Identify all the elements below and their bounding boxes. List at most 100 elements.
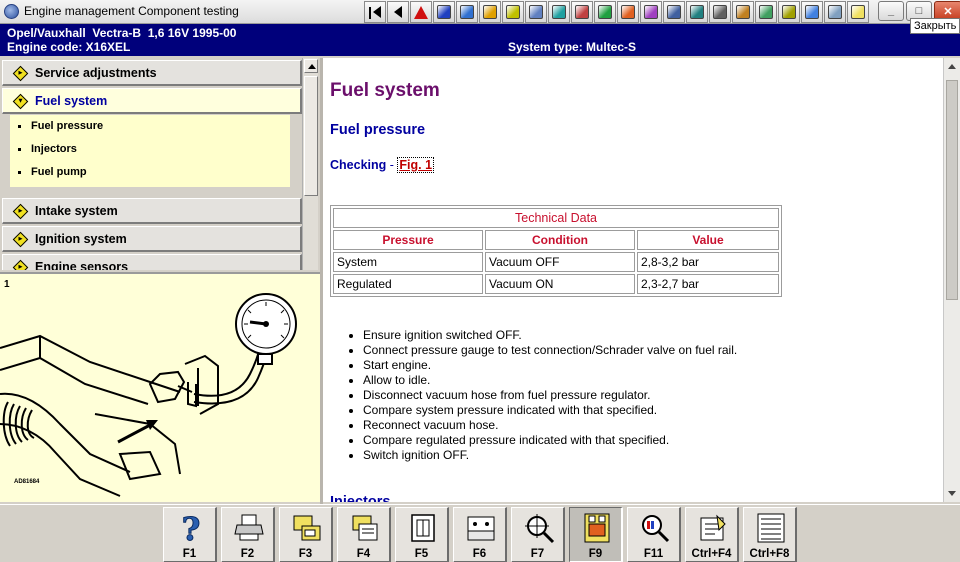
data-transfer-icon xyxy=(293,515,321,541)
ctrl-f4-edit-button[interactable]: Ctrl+F4 xyxy=(685,507,739,562)
toolbar-button-key[interactable] xyxy=(686,1,708,23)
expand-arrow-icon xyxy=(12,203,29,220)
content-scrollbar[interactable] xyxy=(943,58,960,502)
f1-help-button[interactable]: ? F1 xyxy=(163,507,217,562)
gear-icon xyxy=(483,5,497,19)
section-heading: Fuel pressure xyxy=(330,122,426,138)
toolbar-button-flag[interactable] xyxy=(433,1,455,23)
service-icon xyxy=(782,5,796,19)
ctrl-f8-list-button[interactable]: Ctrl+F8 xyxy=(743,507,797,562)
f3-data-button[interactable]: F3 xyxy=(279,507,333,562)
toolbar-button-previous-page[interactable] xyxy=(387,1,409,23)
triangle-icon xyxy=(805,5,819,19)
nav-item-intake-system[interactable]: Intake system xyxy=(2,198,302,224)
toolbar-button-triangle[interactable] xyxy=(801,1,823,23)
f5-connector-button[interactable]: F5 xyxy=(395,507,449,562)
application-window: Engine management Component testing _ □ … xyxy=(0,0,960,562)
search-abc-icon xyxy=(642,515,670,543)
radiator-icon xyxy=(759,5,773,19)
table-cell: 2,8-3,2 bar xyxy=(637,252,779,272)
table-cell: Vacuum OFF xyxy=(485,252,635,272)
toolbar-button-brake[interactable] xyxy=(709,1,731,23)
nav-scrollbar[interactable] xyxy=(302,58,318,270)
toolbar-button-radiator[interactable] xyxy=(755,1,777,23)
figure-link[interactable]: Fig. 1 xyxy=(397,157,435,173)
toolbar-button-air-filter[interactable] xyxy=(663,1,685,23)
toolbar-button-warning[interactable] xyxy=(410,1,432,23)
scrollbar-thumb[interactable] xyxy=(304,76,318,196)
list-item: Compare system pressure indicated with t… xyxy=(348,403,737,418)
table-cell: Vacuum ON xyxy=(485,274,635,294)
subnav-item-fuel-pressure[interactable]: Fuel pressure xyxy=(18,120,103,132)
f7-locate-button[interactable]: F7 xyxy=(511,507,565,562)
nav-item-ignition-system[interactable]: Ignition system xyxy=(2,226,302,252)
toolbar-button-lamp[interactable] xyxy=(847,1,869,23)
fuel-pump-icon xyxy=(621,5,635,19)
toolbar-button-gauge[interactable] xyxy=(525,1,547,23)
table-cell: 2,3-2,7 bar xyxy=(637,274,779,294)
air-filter-icon xyxy=(667,5,681,19)
list-item: Allow to idle. xyxy=(348,373,737,388)
fuel-system-sublist: Fuel pressure Injectors Fuel pump xyxy=(10,115,290,187)
camera-icon xyxy=(460,5,474,19)
scrollbar-thumb[interactable] xyxy=(946,80,958,300)
warning-icon xyxy=(414,5,428,19)
scroll-up-arrow-icon[interactable] xyxy=(945,60,959,74)
vehicle-name: Opel/Vauxhall Vectra-B 1,6 16V 1995-00 xyxy=(7,26,237,40)
wrench-icon xyxy=(506,5,520,19)
toolbar xyxy=(364,1,870,23)
table-caption: Technical Data xyxy=(333,208,779,228)
f6-pin-layout-button[interactable]: F6 xyxy=(453,507,507,562)
table-cell: Regulated xyxy=(333,274,483,294)
f4-notes-button[interactable]: F4 xyxy=(337,507,391,562)
table-cell: System xyxy=(333,252,483,272)
subnav-item-fuel-pump[interactable]: Fuel pump xyxy=(18,166,87,178)
checking-label: Checking xyxy=(330,158,387,172)
toolbar-button-tools[interactable] xyxy=(548,1,570,23)
help-icon: ? xyxy=(181,512,201,544)
car-icon xyxy=(828,5,842,19)
nav-item-fuel-system[interactable]: Fuel system xyxy=(2,88,302,114)
toolbar-button-gear[interactable] xyxy=(479,1,501,23)
f9-component-button[interactable]: F9 xyxy=(569,507,623,562)
f11-search-button[interactable]: F11 xyxy=(627,507,681,562)
toolbar-button-first-page[interactable] xyxy=(364,1,386,23)
title-bar: Engine management Component testing _ □ … xyxy=(0,0,960,24)
edit-note-icon xyxy=(700,514,726,541)
list-item: Switch ignition OFF. xyxy=(348,448,737,463)
scroll-down-arrow-icon[interactable] xyxy=(945,486,959,500)
toolbar-button-engine[interactable] xyxy=(640,1,662,23)
column-header-pressure: Pressure xyxy=(333,230,483,250)
first-page-bar xyxy=(369,7,371,19)
list-item: Compare regulated pressure indicated wit… xyxy=(348,433,737,448)
table-caption-row: Technical Data xyxy=(333,208,779,228)
nav-item-label: Engine sensors xyxy=(35,260,129,270)
nav-item-label: Intake system xyxy=(35,204,118,218)
close-tooltip: Закрыть xyxy=(910,18,960,34)
fuel-pressure-gauge-illustration xyxy=(0,293,297,497)
minimize-button[interactable]: _ xyxy=(878,1,904,21)
scroll-up-arrow-icon[interactable] xyxy=(304,59,318,73)
table-header-row: Pressure Condition Value xyxy=(333,230,779,250)
toolbar-button-battery[interactable] xyxy=(594,1,616,23)
toolbar-button-car[interactable] xyxy=(824,1,846,23)
vehicle-header: Opel/Vauxhall Vectra-B 1,6 16V 1995-00 E… xyxy=(0,24,960,56)
toolbar-button-wrench[interactable] xyxy=(502,1,524,23)
toolbar-button-camera[interactable] xyxy=(456,1,478,23)
magnifier-target-icon xyxy=(525,514,555,544)
figure-code: AD81684 xyxy=(14,479,40,485)
nav-item-engine-sensors[interactable]: Engine sensors xyxy=(2,254,302,270)
first-page-icon xyxy=(373,6,381,18)
oil-can-icon xyxy=(575,5,589,19)
f2-print-button[interactable]: F2 xyxy=(221,507,275,562)
toolbar-button-transmission[interactable] xyxy=(732,1,754,23)
nav-item-service-adjustments[interactable]: Service adjustments xyxy=(2,60,302,86)
toolbar-button-oil-can[interactable] xyxy=(571,1,593,23)
engine-icon xyxy=(644,5,658,19)
toolbar-button-service[interactable] xyxy=(778,1,800,23)
svg-text:?: ? xyxy=(182,512,201,544)
expand-arrow-icon xyxy=(12,231,29,248)
subnav-item-injectors[interactable]: Injectors xyxy=(18,143,77,155)
column-header-value: Value xyxy=(637,230,779,250)
toolbar-button-fuel-pump[interactable] xyxy=(617,1,639,23)
